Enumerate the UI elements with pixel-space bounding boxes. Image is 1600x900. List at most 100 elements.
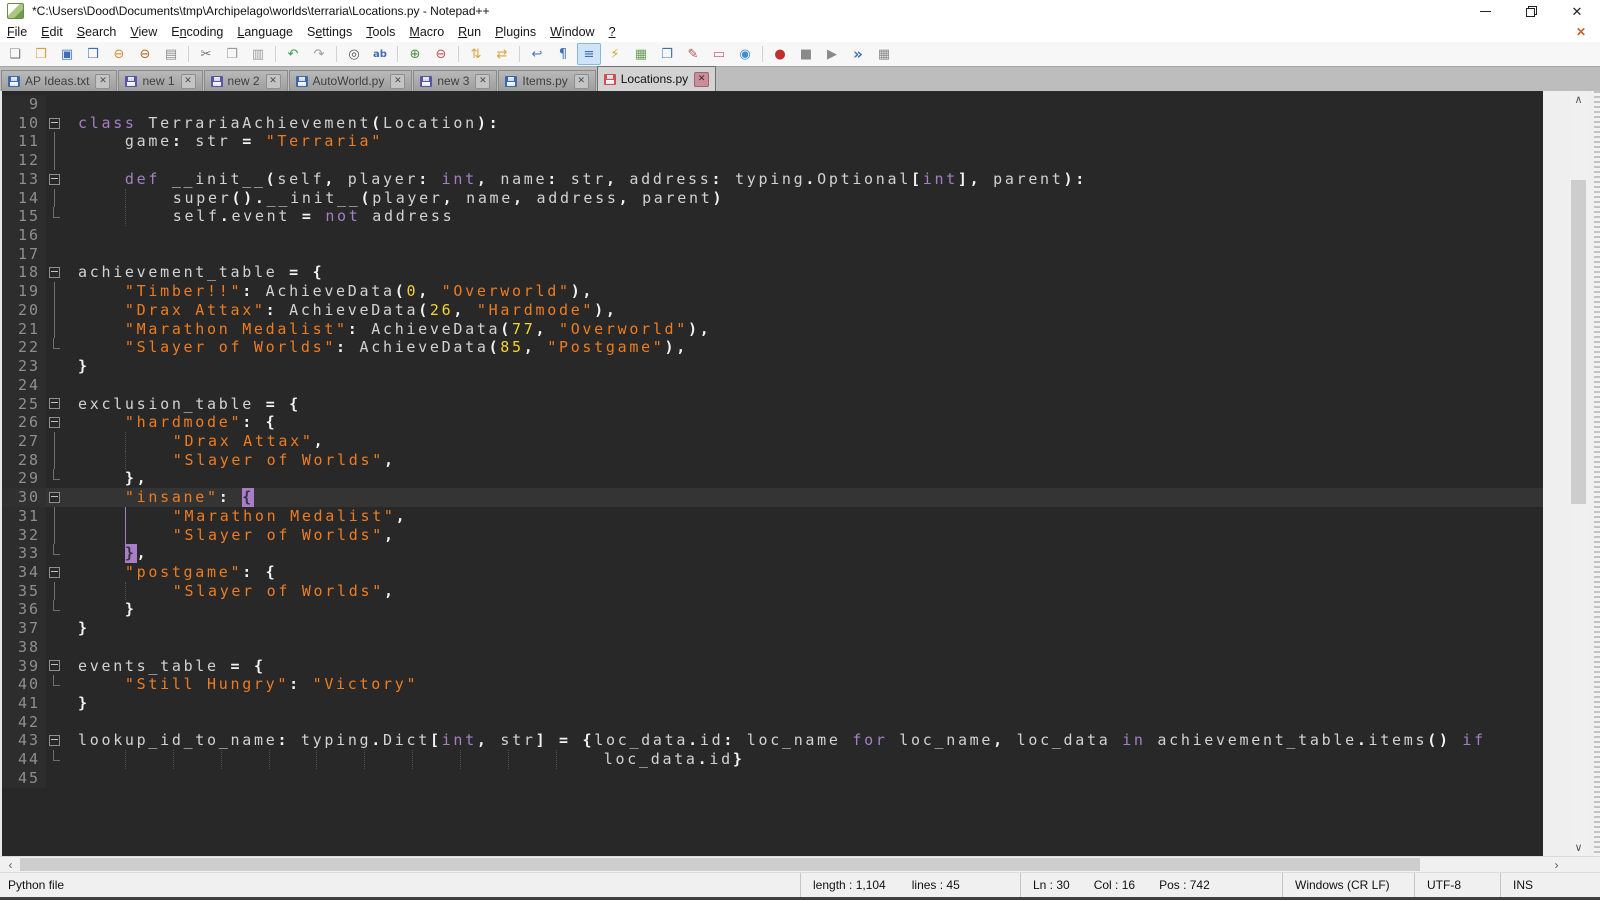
menu-close-document-icon[interactable]: ✕ <box>1576 25 1586 39</box>
horizontal-scrollbar-thumb[interactable] <box>20 858 1420 871</box>
menu-view[interactable]: View <box>123 23 164 41</box>
tab-label: AutoWorld.py <box>313 74 385 88</box>
fold-margin <box>46 526 62 545</box>
copy-icon[interactable]: ❐ <box>220 43 244 65</box>
tab-close-icon[interactable]: ✕ <box>475 74 490 89</box>
fold-margin <box>46 769 62 788</box>
fold-box-minus <box>49 660 60 671</box>
monitoring-tail-icon[interactable]: ◉ <box>733 43 757 65</box>
menu-plugins[interactable]: Plugins <box>488 23 543 41</box>
tab-close-icon[interactable]: ✕ <box>390 74 405 89</box>
tab-close-icon[interactable]: ✕ <box>181 74 196 89</box>
menu-file[interactable]: File <box>0 23 34 41</box>
folder-as-workspace-icon[interactable]: ▭ <box>707 43 731 65</box>
editor-area[interactable]: 910class TerrariaAchievement(Location):1… <box>0 91 1543 856</box>
menu-?[interactable]: ? <box>602 23 623 41</box>
minimize-button[interactable] <box>1462 0 1508 22</box>
paste-icon[interactable]: ▥ <box>246 43 270 65</box>
close-all-documents-icon[interactable]: ⊖ <box>133 43 157 65</box>
saved-floppy-icon <box>296 76 308 87</box>
macro-record-icon[interactable]: ● <box>768 43 792 65</box>
status-insert-mode[interactable]: INS <box>1500 873 1600 897</box>
redo-icon[interactable]: ↷ <box>307 43 331 65</box>
code-line-42: 42 <box>2 713 1543 732</box>
tab-close-icon[interactable]: ✕ <box>266 74 281 89</box>
vertical-scrollbar[interactable]: ∧ ∨ <box>1570 91 1587 856</box>
tab-items.py[interactable]: Items.py✕ <box>498 70 595 91</box>
tab-new-3[interactable]: new 3✕ <box>413 70 497 91</box>
code-line-22: 22"Slayer of Worlds": AchieveData(85, "P… <box>2 338 1543 357</box>
menu-encoding[interactable]: Encoding <box>164 23 230 41</box>
menu-edit[interactable]: Edit <box>34 23 70 41</box>
macro-play-icon[interactable]: ▶ <box>820 43 844 65</box>
show-indent-guide-icon[interactable]: ≡ <box>577 43 601 65</box>
code-text <box>62 638 1543 657</box>
show-all-characters-icon[interactable]: ¶ <box>551 43 575 65</box>
fold-collapse-icon[interactable] <box>46 731 62 750</box>
macro-save-icon[interactable]: ▦ <box>872 43 896 65</box>
menu-macro[interactable]: Macro <box>402 23 451 41</box>
fold-collapse-icon[interactable] <box>46 413 62 432</box>
save-icon[interactable]: ▣ <box>55 43 79 65</box>
macro-stop-icon[interactable]: ■ <box>794 43 818 65</box>
close-document-icon[interactable]: ⊖ <box>107 43 131 65</box>
scroll-right-arrow[interactable]: › <box>1548 857 1565 872</box>
fold-collapse-icon[interactable] <box>46 395 62 414</box>
undo-icon[interactable]: ↶ <box>281 43 305 65</box>
tab-close-icon[interactable]: ✕ <box>95 74 110 89</box>
open-folder-icon[interactable]: ❒ <box>29 43 53 65</box>
document-list-icon[interactable]: ❐ <box>655 43 679 65</box>
menu-settings[interactable]: Settings <box>300 23 359 41</box>
menu-run[interactable]: Run <box>451 23 488 41</box>
define-your-language-icon[interactable]: ✎ <box>681 43 705 65</box>
find-icon[interactable]: ◎ <box>342 43 366 65</box>
menu-window[interactable]: Window <box>543 23 601 41</box>
menu-search[interactable]: Search <box>70 23 124 41</box>
scroll-left-arrow[interactable]: ‹ <box>2 857 19 872</box>
restore-button[interactable] <box>1508 0 1554 22</box>
zoom-in-icon[interactable]: ⊕ <box>403 43 427 65</box>
new-file-icon[interactable]: ❏ <box>3 43 27 65</box>
fold-margin <box>46 750 62 769</box>
scroll-up-arrow[interactable]: ∧ <box>1570 91 1587 108</box>
word-wrap-icon[interactable]: ↩ <box>525 43 549 65</box>
tab-close-icon[interactable]: ✕ <box>574 74 589 89</box>
fold-collapse-icon[interactable] <box>46 170 62 189</box>
tab-new-1[interactable]: new 1✕ <box>118 70 202 91</box>
close-icon: ✕ <box>1572 5 1583 18</box>
macro-run-multiple-icon[interactable]: » <box>846 43 870 65</box>
menu-language[interactable]: Language <box>230 23 300 41</box>
tab-close-icon[interactable]: ✕ <box>694 72 709 87</box>
token-op: () <box>1427 731 1450 750</box>
zoom-out-icon[interactable]: ⊖ <box>429 43 453 65</box>
fold-collapse-icon[interactable] <box>46 657 62 676</box>
print-icon[interactable]: ▤ <box>159 43 183 65</box>
tab-ap-ideas.txt[interactable]: AP Ideas.txt✕ <box>1 70 117 91</box>
vertical-scrollbar-thumb[interactable] <box>1571 180 1586 504</box>
fold-collapse-icon[interactable] <box>46 488 62 507</box>
menu-tools[interactable]: Tools <box>359 23 402 41</box>
tab-new-2[interactable]: new 2✕ <box>204 70 288 91</box>
status-eol-format[interactable]: Windows (CR LF) <box>1282 873 1414 897</box>
function-list-icon[interactable]: ⚡ <box>603 43 627 65</box>
print-glyph: ▤ <box>165 48 177 61</box>
close-button[interactable]: ✕ <box>1554 0 1600 22</box>
document-map-icon[interactable]: ▦ <box>629 43 653 65</box>
sync-horizontal-scrolling-icon[interactable]: ⇄ <box>490 43 514 65</box>
fold-collapse-icon[interactable] <box>46 263 62 282</box>
cut-icon[interactable]: ✂ <box>194 43 218 65</box>
horizontal-scrollbar[interactable]: ‹ › <box>0 856 1600 872</box>
tab-locations.py[interactable]: Locations.py✕ <box>597 66 716 91</box>
sync-vertical-scrolling-icon[interactable]: ⇅ <box>464 43 488 65</box>
tab-autoworld.py[interactable]: AutoWorld.py ✕ <box>289 70 413 91</box>
token-op: = <box>231 657 243 676</box>
indent-guide <box>78 469 125 488</box>
replace-icon[interactable]: ab <box>368 43 392 65</box>
scroll-down-arrow[interactable]: ∨ <box>1570 839 1587 856</box>
status-encoding[interactable]: UTF-8 <box>1414 873 1500 897</box>
fold-collapse-icon[interactable] <box>46 114 62 133</box>
save-all-icon[interactable]: ❒ <box>81 43 105 65</box>
indent-guide <box>78 563 125 582</box>
fold-margin <box>46 694 62 713</box>
fold-collapse-icon[interactable] <box>46 563 62 582</box>
